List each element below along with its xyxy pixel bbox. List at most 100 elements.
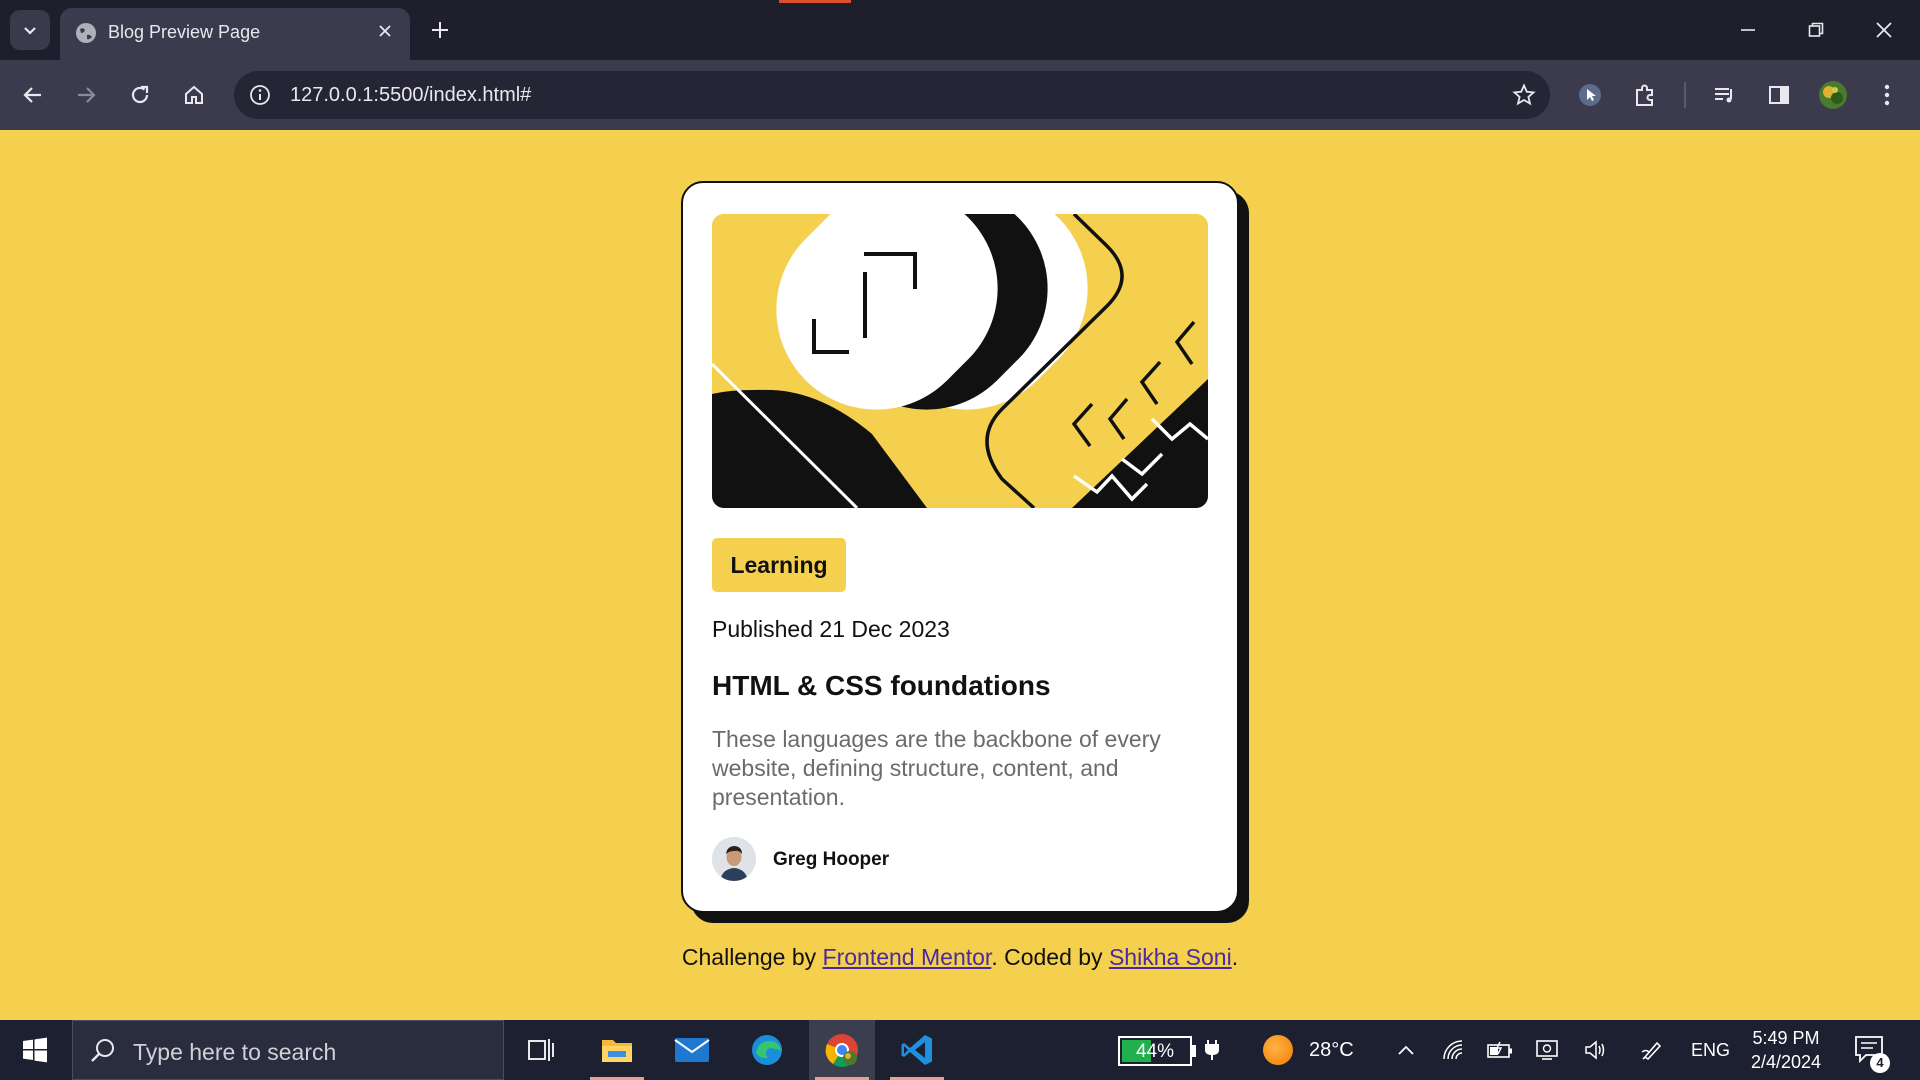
recording-indicator: [779, 0, 851, 3]
avatar-image: [712, 837, 756, 881]
pen-menu-button[interactable]: [1636, 1034, 1668, 1066]
search-placeholder: Type here to search: [133, 1039, 337, 1065]
profile-button[interactable]: [1813, 75, 1853, 115]
attribution-middle: . Coded by: [991, 944, 1109, 970]
address-bar[interactable]: 127.0.0.1:5500/index.html#: [234, 71, 1550, 119]
volume-button[interactable]: [1580, 1034, 1612, 1066]
taskbar-search[interactable]: Type here to search: [72, 1020, 504, 1080]
card-title[interactable]: HTML & CSS foundations: [712, 670, 1051, 702]
card-description: These languages are the backbone of ever…: [712, 726, 1161, 810]
reload-icon: [131, 85, 149, 104]
author-link[interactable]: Shikha Soni: [1109, 944, 1232, 970]
vscode-app[interactable]: [884, 1020, 950, 1080]
windows-logo-icon: [23, 1037, 47, 1063]
power-button[interactable]: [1484, 1034, 1516, 1066]
playlist-icon: [1715, 88, 1732, 103]
vscode-icon: [901, 1035, 932, 1065]
blog-card: Learning Published 21 Dec 2023 HTML & CS…: [681, 181, 1239, 913]
task-view-icon: [528, 1039, 554, 1061]
tab-title: Blog Preview Page: [108, 22, 261, 42]
network-button[interactable]: [1437, 1034, 1469, 1066]
forward-button[interactable]: [66, 75, 106, 115]
notification-count-badge: 4: [1870, 1053, 1890, 1073]
battery-percent: 44%: [1135, 1041, 1175, 1062]
speaker-icon: [1585, 1040, 1605, 1060]
chevron-up-icon: [1398, 1045, 1414, 1055]
restore-icon: [1808, 22, 1824, 37]
puzzle-icon: [1636, 84, 1653, 106]
side-panel-button[interactable]: [1759, 75, 1799, 115]
info-icon: [250, 85, 270, 105]
attribution: Challenge by Frontend Mentor. Coded by S…: [0, 944, 1920, 971]
close-window-button[interactable]: [1856, 8, 1912, 52]
plug-icon: [1205, 1040, 1219, 1060]
home-icon: [185, 85, 203, 104]
clock-date: 2/4/2024: [1750, 1052, 1822, 1072]
published-date: Published 21 Dec 2023: [712, 616, 950, 642]
display-button[interactable]: [1532, 1034, 1564, 1066]
reload-button[interactable]: [120, 75, 160, 115]
battery-indicator[interactable]: 44%: [1118, 1036, 1192, 1066]
file-explorer-app[interactable]: [584, 1020, 650, 1080]
star-icon: [1512, 83, 1536, 106]
monitor-icon: [1536, 1040, 1558, 1060]
mail-icon: [674, 1038, 710, 1062]
toolbar-separator: [1684, 82, 1686, 108]
side-panel-icon: [1769, 86, 1789, 104]
illustration-image: [712, 214, 1208, 508]
task-view-button[interactable]: [508, 1020, 574, 1080]
chrome-menu-button[interactable]: [1867, 75, 1907, 115]
chrome-browser-icon: [825, 1034, 858, 1067]
back-button[interactable]: [13, 75, 53, 115]
charging-plug-icon: [1196, 1034, 1228, 1066]
globe-icon: [76, 23, 96, 43]
extensions-button[interactable]: [1625, 75, 1665, 115]
weather-sun-icon[interactable]: [1263, 1035, 1293, 1065]
media-controls-button[interactable]: [1705, 75, 1745, 115]
minimize-button[interactable]: [1720, 8, 1776, 52]
cursor-extension-icon: [1579, 84, 1601, 106]
start-button[interactable]: [12, 1030, 58, 1070]
close-icon: [379, 25, 391, 37]
chevron-down-icon: [24, 27, 36, 35]
tab-blog-preview[interactable]: Blog Preview Page: [60, 8, 410, 60]
tab-close-button[interactable]: [370, 16, 400, 46]
close-icon: [1876, 22, 1892, 38]
pen-icon: [1641, 1041, 1662, 1061]
attribution-prefix: Challenge by: [681, 944, 823, 970]
chrome-app[interactable]: [809, 1020, 875, 1080]
arrow-right-icon: [78, 87, 96, 103]
tab-search-button[interactable]: [10, 10, 50, 50]
tab-strip: Blog Preview Page: [0, 0, 1920, 60]
bookmark-button[interactable]: [1510, 81, 1538, 109]
wifi-icon: [1443, 1040, 1463, 1060]
weather-temperature[interactable]: 28°C: [1309, 1039, 1354, 1062]
minimize-icon: [1741, 29, 1755, 31]
search-icon: [91, 1039, 114, 1062]
home-button[interactable]: [174, 75, 214, 115]
new-tab-button[interactable]: [422, 12, 458, 48]
browser-toolbar: 127.0.0.1:5500/index.html#: [0, 60, 1920, 130]
profile-avatar-icon: [1819, 81, 1847, 109]
frontend-mentor-link[interactable]: Frontend Mentor: [823, 944, 992, 970]
site-info-button[interactable]: [246, 81, 274, 109]
edge-browser-icon: [752, 1035, 782, 1065]
taskbar: Type here to search 44% 28°C ENG 5:49 PM…: [0, 1020, 1920, 1080]
hero-illustration: [712, 214, 1208, 508]
arrow-left-icon: [23, 87, 41, 103]
mail-app[interactable]: [659, 1020, 725, 1080]
restore-button[interactable]: [1788, 8, 1844, 52]
folder-icon: [602, 1040, 632, 1062]
battery-icon: [1487, 1041, 1512, 1058]
extension-cursor-button[interactable]: [1570, 75, 1610, 115]
input-language[interactable]: ENG: [1691, 1040, 1730, 1061]
show-hidden-icons-button[interactable]: [1390, 1034, 1422, 1066]
url-text: 127.0.0.1:5500/index.html#: [290, 84, 532, 106]
clock[interactable]: 5:49 PM 2/4/2024: [1740, 1026, 1832, 1074]
kebab-menu-icon: [1884, 84, 1890, 106]
plus-icon: [432, 22, 448, 38]
clock-time: 5:49 PM: [1752, 1028, 1820, 1048]
edge-app[interactable]: [734, 1020, 800, 1080]
author-name: Greg Hooper: [773, 849, 890, 870]
attribution-suffix: .: [1231, 944, 1239, 970]
